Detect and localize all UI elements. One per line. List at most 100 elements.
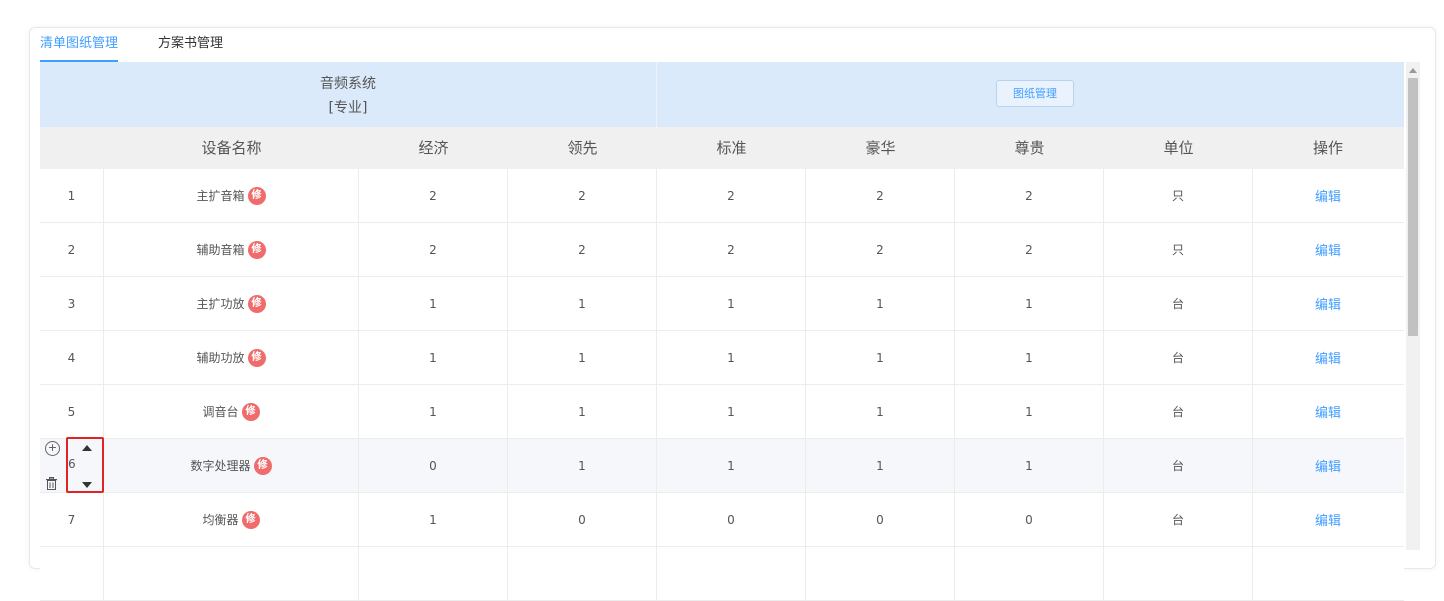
scroll-up-arrow-icon[interactable] xyxy=(1409,68,1417,73)
row-index: 2 xyxy=(40,223,104,276)
actions-cell: 编辑 xyxy=(1253,169,1403,222)
row-index: 5 xyxy=(40,385,104,438)
value-leading: 1 xyxy=(508,385,657,438)
actions-cell: 编辑 xyxy=(1253,277,1403,330)
edit-link[interactable]: 编辑 xyxy=(1315,186,1341,205)
value-luxury: 1 xyxy=(806,331,955,384)
unit: 台 xyxy=(1104,385,1253,438)
table-row xyxy=(40,547,1404,601)
value-leading: 2 xyxy=(508,223,657,276)
table-row: 4 辅助功放修 1 1 1 1 1 台 编辑 xyxy=(40,331,1404,385)
row-move-controls xyxy=(66,437,104,493)
actions-cell: 编辑 xyxy=(1253,493,1403,546)
table-row: 2 辅助音箱修 2 2 2 2 2 只 编辑 xyxy=(40,223,1404,277)
value-luxury: 1 xyxy=(806,385,955,438)
value-premium: 1 xyxy=(955,385,1104,438)
equipment-table: 音频系统 [专业] 图纸管理 设备名称 经济 领先 标准 豪华 尊贵 单位 操作… xyxy=(40,62,1404,601)
value-premium: 1 xyxy=(955,277,1104,330)
move-down-icon[interactable] xyxy=(82,482,92,488)
col-unit: 单位 xyxy=(1163,139,1194,157)
device-name: 主扩功放 xyxy=(196,297,245,311)
edit-link[interactable]: 编辑 xyxy=(1315,402,1341,421)
value-economy: 1 xyxy=(359,277,508,330)
table-row: 3 主扩功放修 1 1 1 1 1 台 编辑 xyxy=(40,277,1404,331)
device-name-cell: 数字处理器修 xyxy=(104,439,359,492)
device-name: 数字处理器 xyxy=(190,459,251,473)
row-index: 1 xyxy=(40,169,104,222)
banner-actions: 图纸管理 xyxy=(657,62,1404,127)
value-leading: 1 xyxy=(508,277,657,330)
table-row: 5 调音台修 1 1 1 1 1 台 编辑 xyxy=(40,385,1404,439)
tab-proposal[interactable]: 方案书管理 xyxy=(158,27,223,60)
modify-badge[interactable]: 修 xyxy=(241,402,260,421)
tab-bar: 清单图纸管理 方案书管理 xyxy=(40,27,1404,62)
device-name-cell: 辅助音箱修 xyxy=(104,223,359,276)
modify-badge[interactable]: 修 xyxy=(247,186,266,205)
actions-cell: 编辑 xyxy=(1253,385,1403,438)
actions-empty xyxy=(1253,547,1403,600)
value-economy: 1 xyxy=(359,493,508,546)
unit: 台 xyxy=(1104,277,1253,330)
scroll-thumb[interactable] xyxy=(1408,78,1418,336)
device-name-cell: 调音台修 xyxy=(104,385,359,438)
unit: 台 xyxy=(1104,493,1253,546)
value-empty xyxy=(955,547,1104,600)
modify-badge[interactable]: 修 xyxy=(241,510,260,529)
value-leading: 1 xyxy=(508,331,657,384)
col-economy: 经济 xyxy=(418,139,449,157)
add-row-icon[interactable]: + xyxy=(45,441,60,456)
modify-badge[interactable]: 修 xyxy=(247,348,266,367)
table-header: 设备名称 经济 领先 标准 豪华 尊贵 单位 操作 xyxy=(40,127,1404,169)
system-title: 音频系统 [专业] xyxy=(40,62,657,127)
system-banner: 音频系统 [专业] 图纸管理 xyxy=(40,62,1404,127)
value-economy: 2 xyxy=(359,169,508,222)
value-standard: 2 xyxy=(657,223,806,276)
actions-cell: 编辑 xyxy=(1253,331,1403,384)
value-leading: 2 xyxy=(508,169,657,222)
value-leading: 0 xyxy=(508,493,657,546)
edit-link[interactable]: 编辑 xyxy=(1315,294,1341,313)
row-index: 3 xyxy=(40,277,104,330)
device-name: 主扩音箱 xyxy=(196,189,245,203)
value-premium: 0 xyxy=(955,493,1104,546)
value-empty xyxy=(657,547,806,600)
edit-link[interactable]: 编辑 xyxy=(1315,456,1341,475)
edit-link[interactable]: 编辑 xyxy=(1315,510,1341,529)
value-standard: 2 xyxy=(657,169,806,222)
drawings-manage-button[interactable]: 图纸管理 xyxy=(996,80,1074,107)
col-actions: 操作 xyxy=(1312,139,1343,157)
device-name-cell: 均衡器修 xyxy=(104,493,359,546)
table-row: + 6 数字处理器修 0 1 1 1 1 台 编辑 xyxy=(40,437,1404,493)
device-name-cell: 主扩功放修 xyxy=(104,277,359,330)
col-standard: 标准 xyxy=(716,139,747,157)
device-name-cell: 辅助功放修 xyxy=(104,331,359,384)
row-index: 4 xyxy=(40,331,104,384)
move-up-icon[interactable] xyxy=(82,445,92,451)
device-name-empty xyxy=(104,547,359,600)
row-index-empty xyxy=(40,547,104,600)
value-luxury: 1 xyxy=(806,277,955,330)
edit-link[interactable]: 编辑 xyxy=(1315,348,1341,367)
unit: 台 xyxy=(1104,331,1253,384)
modify-badge[interactable]: 修 xyxy=(247,240,266,259)
device-name: 辅助功放 xyxy=(196,351,245,365)
tab-list-drawings[interactable]: 清单图纸管理 xyxy=(40,27,119,62)
modify-badge[interactable]: 修 xyxy=(247,294,266,313)
actions-cell: 编辑 xyxy=(1253,439,1403,492)
modify-badge[interactable]: 修 xyxy=(253,456,272,475)
trash-icon[interactable] xyxy=(45,477,58,490)
value-luxury: 2 xyxy=(806,223,955,276)
value-luxury: 0 xyxy=(806,493,955,546)
unit-empty xyxy=(1104,547,1253,600)
value-economy: 2 xyxy=(359,223,508,276)
table-row: 1 主扩音箱修 2 2 2 2 2 只 编辑 xyxy=(40,169,1404,223)
actions-cell: 编辑 xyxy=(1253,223,1403,276)
value-standard: 0 xyxy=(657,493,806,546)
edit-link[interactable]: 编辑 xyxy=(1315,240,1341,259)
value-economy: 1 xyxy=(359,331,508,384)
unit: 只 xyxy=(1104,223,1253,276)
device-name: 调音台 xyxy=(202,405,239,419)
device-name: 辅助音箱 xyxy=(196,243,245,257)
vertical-scrollbar[interactable] xyxy=(1406,62,1420,550)
col-premium: 尊贵 xyxy=(1014,139,1045,157)
